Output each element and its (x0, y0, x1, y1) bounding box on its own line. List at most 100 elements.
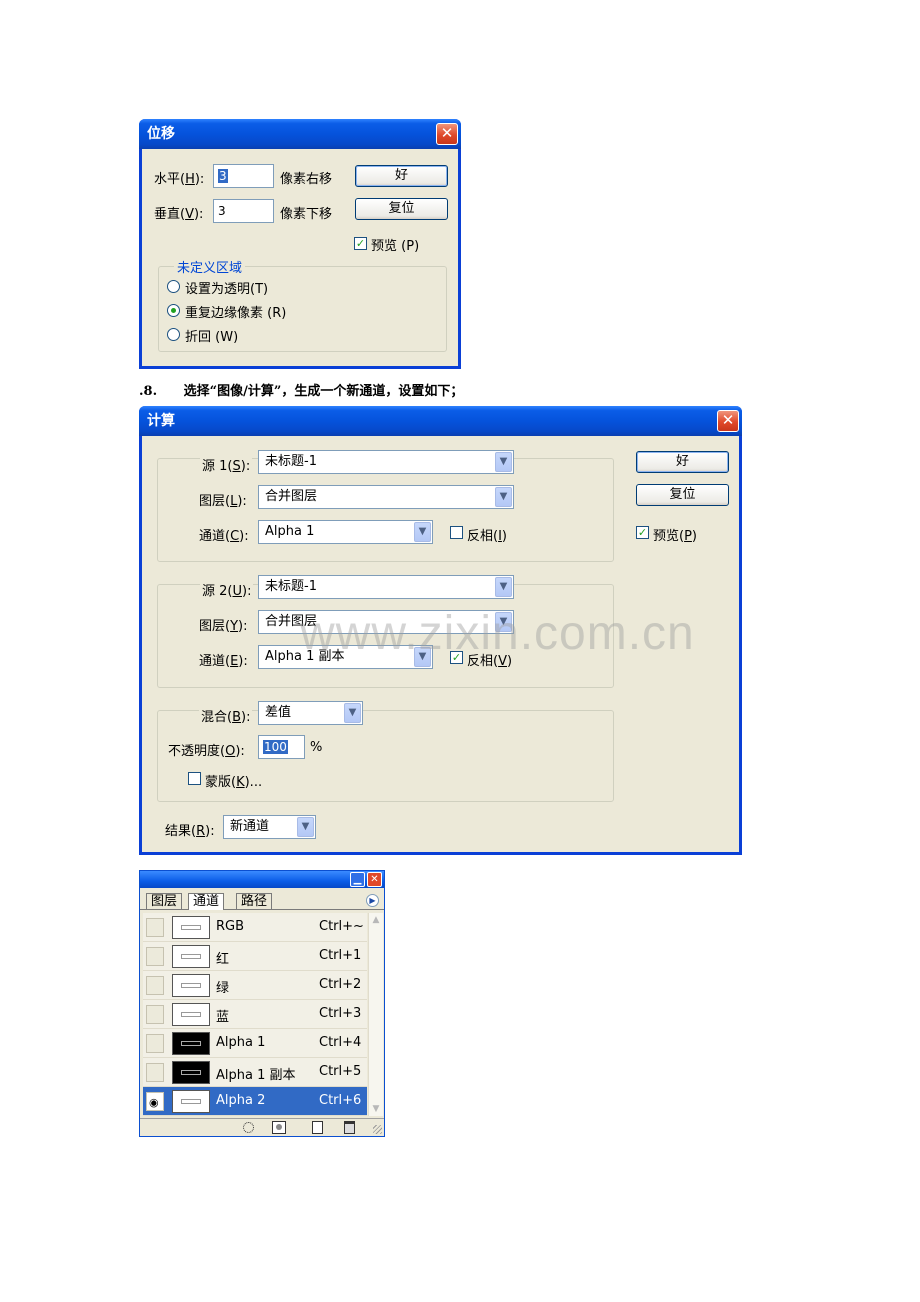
calculations-dialog-title: 计算 (147, 413, 175, 429)
vertical-offset-input[interactable]: 3 (213, 199, 274, 223)
resize-grip-icon[interactable] (373, 1125, 382, 1134)
channels-palette: ▁ ✕ 图层 通道 路径 ▶ RGB Ctrl+~ 红 Ctrl+1 绿 Ctrl+2 蓝 C… (139, 870, 385, 1137)
ok-button[interactable]: 好 (636, 451, 729, 473)
channel-row[interactable]: Alpha 1 Ctrl+4 (143, 1029, 367, 1058)
eye-icon[interactable]: ◉ (146, 1092, 164, 1111)
horizontal-offset-input[interactable]: 3 (213, 164, 274, 188)
source1-layer-select[interactable]: 合并图层 ▼ (258, 485, 514, 509)
source2-layer-select[interactable]: 合并图层 ▼ (258, 610, 514, 634)
scroll-up-icon[interactable]: ▲ (369, 913, 383, 927)
preview-checkbox[interactable]: ✓ (636, 526, 649, 539)
channel-thumbnail (172, 974, 210, 997)
chevron-down-icon: ▼ (297, 817, 314, 837)
horizontal-label: 水平(H): (154, 172, 205, 187)
chevron-down-icon: ▼ (414, 647, 431, 667)
visibility-toggle[interactable] (146, 947, 164, 966)
source2-select[interactable]: 未标题-1 ▼ (258, 575, 514, 599)
scrollbar[interactable]: ▲ ▼ (368, 913, 383, 1116)
calculations-dialog-titlebar[interactable]: 计算 ✕ (139, 406, 742, 436)
minimize-icon[interactable]: ▁ (350, 872, 365, 887)
load-selection-icon[interactable] (243, 1122, 254, 1133)
channel-row[interactable]: Alpha 1 副本 Ctrl+5 (143, 1058, 367, 1087)
step-number: .8. (139, 384, 158, 399)
transparent-radio-label: 设置为透明(T) (185, 282, 269, 297)
close-icon[interactable]: ✕ (367, 872, 382, 887)
channel-name: RGB (216, 919, 245, 934)
channel-row[interactable]: 绿 Ctrl+2 (143, 971, 367, 1000)
source1-label: 源 1(S): (200, 455, 253, 474)
source1-layer-label: 图层(L): (199, 494, 247, 509)
close-icon[interactable]: ✕ (436, 123, 458, 145)
channel-shortcut: Ctrl+~ (319, 919, 364, 934)
reset-button[interactable]: 复位 (636, 484, 729, 506)
chevron-down-icon: ▼ (495, 487, 512, 507)
tab-channels[interactable]: 通道 (188, 893, 225, 910)
channel-name: 红 (216, 952, 230, 967)
channel-thumbnail (172, 1003, 210, 1026)
offset-dialog: 位移 ✕ 水平(H): 3 像素右移 垂直(V): 3 像素下移 好 复位 ✓ … (139, 119, 461, 369)
mask-checkbox[interactable] (188, 772, 201, 785)
source2-channel-select[interactable]: Alpha 1 副本 ▼ (258, 645, 433, 669)
visibility-toggle[interactable] (146, 918, 164, 937)
blend-mode-select[interactable]: 差值 ▼ (258, 701, 363, 725)
save-selection-icon[interactable] (272, 1121, 286, 1134)
reset-button[interactable]: 复位 (355, 198, 448, 220)
channel-shortcut: Ctrl+3 (319, 1006, 362, 1021)
tab-paths[interactable]: 路径 (236, 893, 273, 909)
scroll-down-icon[interactable]: ▼ (369, 1102, 383, 1116)
source1-channel-label: 通道(C): (199, 529, 249, 544)
visibility-toggle[interactable] (146, 1034, 164, 1053)
palette-menu-icon[interactable]: ▶ (366, 894, 379, 907)
source1-channel-select[interactable]: Alpha 1 ▼ (258, 520, 433, 544)
chevron-down-icon: ▼ (495, 577, 512, 597)
tab-strip-line (140, 909, 384, 910)
chevron-down-icon: ▼ (414, 522, 431, 542)
palette-footer (140, 1118, 384, 1136)
source2-invert-label: 反相(V) (467, 654, 513, 669)
source2-group (157, 584, 614, 688)
ok-button[interactable]: 好 (355, 165, 448, 187)
channel-row[interactable]: 蓝 Ctrl+3 (143, 1000, 367, 1029)
radio-dot-icon (171, 308, 176, 313)
trash-icon[interactable] (344, 1121, 355, 1134)
repeat-edge-radio[interactable] (167, 304, 180, 317)
blend-label: 混合(B): (199, 706, 253, 725)
channel-thumbnail (172, 1061, 210, 1084)
step-text: 选择“图像/计算”，生成一个新通道，设置如下； (183, 384, 464, 399)
new-channel-icon[interactable] (312, 1121, 323, 1134)
source1-select[interactable]: 未标题-1 ▼ (258, 450, 514, 474)
vertical-label: 垂直(V): (154, 207, 204, 222)
channel-name: Alpha 1 副本 (216, 1068, 296, 1083)
source1-invert-checkbox[interactable] (450, 526, 463, 539)
wrap-around-radio-label: 折回 (W) (185, 330, 239, 345)
result-label: 结果(R): (165, 824, 215, 839)
vertical-unit-label: 像素下移 (280, 207, 333, 222)
channel-thumbnail (172, 945, 210, 968)
result-select[interactable]: 新通道 ▼ (223, 815, 316, 839)
channel-row[interactable]: ◉ Alpha 2 Ctrl+6 (143, 1087, 367, 1116)
channel-name: 蓝 (216, 1010, 230, 1025)
source2-channel-label: 通道(E): (199, 654, 248, 669)
channel-row[interactable]: 红 Ctrl+1 (143, 942, 367, 971)
preview-checkbox[interactable]: ✓ (354, 237, 367, 250)
tab-layers[interactable]: 图层 (146, 893, 183, 909)
visibility-toggle[interactable] (146, 1005, 164, 1024)
opacity-input[interactable]: 100 (258, 735, 305, 759)
chevron-down-icon: ▼ (495, 452, 512, 472)
offset-dialog-title: 位移 (147, 126, 175, 142)
wrap-around-radio[interactable] (167, 328, 180, 341)
channel-row[interactable]: RGB Ctrl+~ (143, 913, 367, 942)
palette-titlebar[interactable]: ▁ ✕ (140, 871, 384, 888)
visibility-toggle[interactable] (146, 976, 164, 995)
preview-label: 预览(P) (653, 529, 697, 544)
visibility-toggle[interactable] (146, 1063, 164, 1082)
channel-thumbnail (172, 916, 210, 939)
offset-dialog-titlebar[interactable]: 位移 ✕ (139, 119, 461, 149)
horizontal-unit-label: 像素右移 (280, 172, 333, 187)
source2-invert-checkbox[interactable]: ✓ (450, 651, 463, 664)
close-icon[interactable]: ✕ (717, 410, 739, 432)
channel-thumbnail (172, 1032, 210, 1055)
transparent-radio[interactable] (167, 280, 180, 293)
source2-label: 源 2(U): (200, 580, 254, 599)
channel-name: Alpha 1 (216, 1035, 266, 1050)
